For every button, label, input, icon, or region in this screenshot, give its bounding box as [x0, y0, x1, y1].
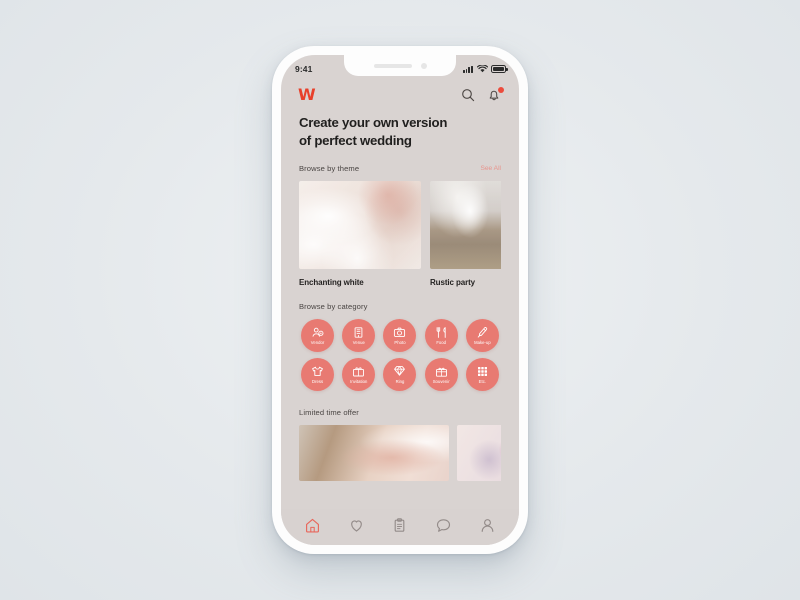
bride-lace-dress-photo [299, 181, 421, 270]
page-title: Create your own version of perfect weddi… [281, 107, 519, 164]
category-section-header: Browse by category [299, 302, 501, 311]
category-item-venue[interactable]: Venue [340, 319, 377, 353]
page-title-line1: Create your own version [299, 115, 448, 130]
theme-card[interactable]: Enchanting white [299, 181, 421, 287]
theme-card-label: Rustic party [430, 278, 476, 288]
device-notch [344, 55, 456, 76]
tshirt-icon [311, 365, 324, 378]
camera-icon [393, 326, 406, 339]
bottom-navigation-bar [281, 509, 519, 545]
category-section-title: Browse by category [299, 302, 368, 312]
offer-section-title: Limited time offer [299, 408, 359, 418]
bridal-shoes-on-wood-photo [430, 181, 501, 270]
category-item-invitation[interactable]: Invitation [340, 358, 377, 392]
envelope-ribbon-icon [352, 365, 365, 378]
category-item-photo[interactable]: Photo [381, 319, 418, 353]
category-label: Venue [352, 340, 365, 346]
theme-card-label: Enchanting white [299, 278, 364, 288]
notification-badge [497, 86, 504, 93]
theme-section-header: Browse by theme See All [299, 164, 501, 173]
category-item-vendor[interactable]: Vendor [299, 319, 336, 353]
earpiece-speaker [373, 63, 412, 68]
brand-logo[interactable]: W [298, 87, 316, 103]
category-label: Food [436, 340, 447, 346]
theme-card[interactable]: Rustic party [430, 181, 501, 287]
building-icon [352, 326, 365, 339]
theme-section-title: Browse by theme [299, 164, 360, 174]
wifi-icon [476, 60, 488, 78]
category-label: Vendor [310, 340, 325, 346]
category-item-etc[interactable]: Etc. [464, 358, 501, 392]
category-label: Dress [312, 379, 324, 385]
nav-item-favorites[interactable] [347, 516, 366, 535]
nav-item-messages[interactable] [434, 516, 453, 535]
nav-item-profile[interactable] [478, 516, 497, 535]
user-badge-icon [311, 326, 324, 339]
phone-device-frame: 9:41 W Create your own version of perfec… [272, 46, 528, 554]
floral-arrangement-photo[interactable] [457, 425, 501, 482]
offer-section: Limited time offer [281, 408, 519, 482]
signal-bars-icon [462, 65, 473, 73]
theme-section: Browse by theme See All Enchanting white… [281, 164, 519, 287]
makeup-brush-icon [476, 326, 489, 339]
header-actions [461, 86, 504, 103]
diamond-ring-icon [393, 365, 406, 378]
app-scroll-content[interactable]: W Create your own version of perfect wed… [281, 79, 519, 509]
grid-dots-icon [476, 365, 489, 378]
category-label: Make-up [474, 340, 491, 346]
category-label: Souvenir [432, 379, 450, 385]
category-item-food[interactable]: Food [423, 319, 460, 353]
bell-icon[interactable] [487, 86, 504, 103]
category-label: Photo [394, 340, 406, 346]
category-grid: Vendor Venue Photo Food Make-up Dress In… [299, 319, 501, 392]
theme-card-list[interactable]: Enchanting white Rustic party [299, 181, 501, 287]
app-header: W [281, 79, 519, 107]
phone-screen: 9:41 W Create your own version of perfec… [281, 55, 519, 545]
category-section: Browse by category Vendor Venue Photo Fo… [281, 302, 519, 392]
battery-full-icon [491, 65, 508, 73]
nav-item-planner[interactable] [390, 516, 409, 535]
category-item-makeup[interactable]: Make-up [464, 319, 501, 353]
fork-knife-icon [435, 326, 448, 339]
category-label: Ring [395, 379, 405, 385]
offer-card-list[interactable] [299, 425, 501, 482]
category-label: Etc. [478, 379, 487, 385]
gift-box-icon [435, 365, 448, 378]
category-item-ring[interactable]: Ring [381, 358, 418, 392]
category-label: Invitation [350, 379, 368, 385]
search-icon[interactable] [461, 88, 476, 103]
theme-see-all-link[interactable]: See All [480, 165, 501, 172]
offer-section-header: Limited time offer [299, 408, 501, 417]
status-indicators [462, 60, 508, 78]
couple-celebration-photo[interactable] [299, 425, 449, 482]
category-item-dress[interactable]: Dress [299, 358, 336, 392]
status-time: 9:41 [295, 64, 313, 74]
front-camera [420, 62, 427, 69]
page-title-line2: of perfect wedding [299, 133, 412, 149]
category-item-souvenir[interactable]: Souvenir [423, 358, 460, 392]
nav-item-home[interactable] [303, 516, 322, 535]
